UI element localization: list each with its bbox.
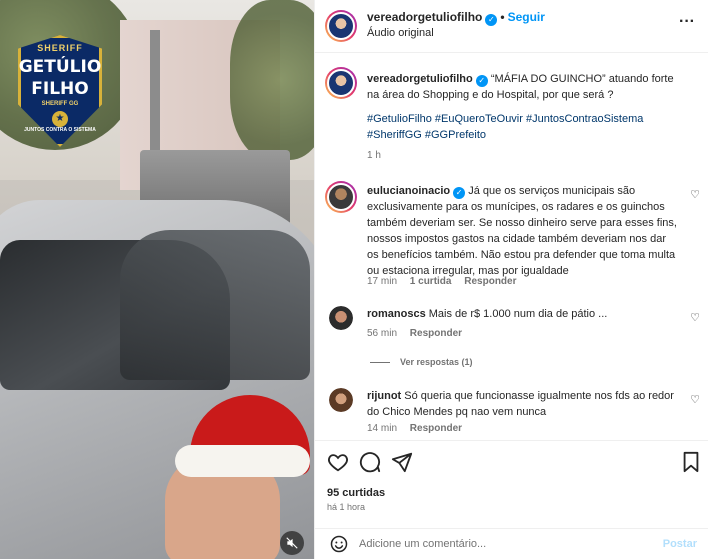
caption-username[interactable]: vereadorgetuliofilho <box>367 73 473 85</box>
sheriff-badge-logo: SHERIFF GETÚLIO FILHO SHERIFF GG ★ JUNTO… <box>18 35 102 147</box>
reply-button[interactable]: Responder <box>464 276 516 287</box>
dot-separator: • <box>500 10 505 24</box>
comments-list[interactable]: vereadorgetuliofilho ✓ “MÁFIA DO GUINCHO”… <box>315 54 708 440</box>
badge-star-icon: ★ <box>52 111 68 127</box>
badge-name-first: GETÚLIO <box>18 57 102 77</box>
post-header: vereadorgetuliofilho ✓ • Seguir Áudio origi… <box>315 0 708 53</box>
bookmark-icon[interactable] <box>681 451 705 475</box>
view-replies-button[interactable]: Ver respostas (1) <box>370 357 473 367</box>
comment-time: 17 min <box>367 276 398 287</box>
badge-name-last: FILHO <box>31 79 89 99</box>
comment-likes[interactable]: 1 curtida <box>410 276 452 287</box>
post-side-panel: vereadorgetuliofilho ✓ • Seguir Áudio origi… <box>314 0 708 559</box>
badge-sheriff-label: SHERIFF <box>37 43 83 53</box>
comment-text-block: eulucianoinacio ✓ Já que os serviços muni… <box>367 183 677 279</box>
heart-icon[interactable]: ♡ <box>689 394 701 406</box>
media-tree-right <box>230 0 314 160</box>
caption-text-block: vereadorgetuliofilho ✓ “MÁFIA DO GUINCHO”… <box>367 71 677 143</box>
caption-time: 1 h <box>367 150 381 161</box>
comment-text-block: rijunot Só queria que funcionasse igualm… <box>367 388 677 420</box>
comment-time: 14 min <box>367 423 398 434</box>
caption-meta: 1 h <box>367 150 391 161</box>
caption-hashtags[interactable]: #GetulioFilho #EuQueroTeOuvir #JuntosCon… <box>367 111 677 143</box>
heart-icon[interactable] <box>327 451 351 475</box>
verified-badge-icon: ✓ <box>475 75 488 87</box>
more-horizontal-icon[interactable]: ··· <box>675 10 699 34</box>
badge-tagline: JUNTOS CONTRA O SISTEMA <box>24 127 96 133</box>
comment-composer: Postar <box>315 528 708 559</box>
comment-username[interactable]: rijunot <box>367 390 401 402</box>
heart-icon[interactable]: ♡ <box>689 189 701 201</box>
avatar[interactable] <box>329 306 353 330</box>
badge-sub-label: SHERIFF GG <box>41 101 79 107</box>
header-username[interactable]: vereadorgetuliofilho <box>367 10 482 24</box>
emoji-icon[interactable] <box>330 535 348 553</box>
post-timestamp: há 1 hora <box>327 502 366 512</box>
comment-text: Já que os serviços municipais são exclus… <box>367 185 677 277</box>
reply-button[interactable]: Responder <box>410 328 462 339</box>
comment-input[interactable] <box>359 535 639 553</box>
likes-count[interactable]: 95 curtidas <box>327 487 385 499</box>
avatar[interactable] <box>325 181 357 213</box>
post-media[interactable]: SHERIFF GETÚLIO FILHO SHERIFF GG ★ JUNTO… <box>0 0 314 559</box>
heart-icon[interactable]: ♡ <box>689 312 701 324</box>
comment-icon[interactable] <box>359 451 383 475</box>
comment-meta: 56 min Responder <box>367 328 472 339</box>
post-button[interactable]: Postar <box>663 538 697 550</box>
comment-meta: 14 min Responder <box>367 423 472 434</box>
verified-badge-icon: ✓ <box>485 14 498 26</box>
comment-text-block: romanoscs Mais de r$ 1.000 num dia de pá… <box>367 306 677 322</box>
speaker-muted-icon[interactable] <box>280 531 304 555</box>
comment-username[interactable]: eulucianoinacio <box>367 185 450 197</box>
original-audio-link[interactable]: Áudio original <box>367 27 434 39</box>
comment-text: Mais de r$ 1.000 num dia de pátio ... <box>428 308 608 320</box>
santa-hat-band <box>175 445 310 477</box>
verified-badge-icon: ✓ <box>453 187 466 199</box>
media-car-window-rear <box>120 230 310 380</box>
comment-text: Só queria que funcionasse igualmente nos… <box>367 390 674 418</box>
avatar[interactable] <box>325 67 357 99</box>
send-icon[interactable] <box>391 451 415 475</box>
comment-time: 56 min <box>367 328 398 339</box>
avatar[interactable] <box>325 10 357 42</box>
view-replies-label[interactable]: Ver respostas (1) <box>400 357 473 367</box>
reply-button[interactable]: Responder <box>410 423 462 434</box>
follow-button[interactable]: Seguir <box>508 10 545 24</box>
header-user-line: vereadorgetuliofilho ✓ • Seguir <box>367 10 545 26</box>
replies-divider <box>370 362 390 364</box>
comment-username[interactable]: romanoscs <box>367 308 426 320</box>
comment-meta: 17 min 1 curtida Responder <box>367 276 527 287</box>
post-actions-bar: 95 curtidas há 1 hora <box>315 440 708 528</box>
avatar[interactable] <box>329 388 353 412</box>
